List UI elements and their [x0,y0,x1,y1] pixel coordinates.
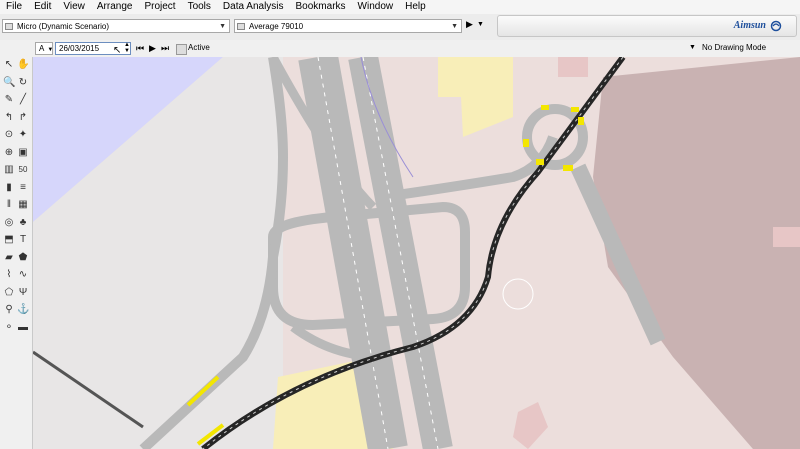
play-button[interactable]: ▶ [149,42,156,54]
replication-icon [237,23,245,30]
mode-select[interactable]: A ▼ [35,42,53,55]
drawing-mode-label[interactable]: No Drawing Mode [702,42,766,54]
square-node-icon[interactable]: ▣ [17,147,29,159]
run-simulation-button[interactable]: ▶ [466,19,473,30]
map-canvas[interactable] [33,57,800,449]
centroid-icon[interactable]: ⬠ [3,287,15,299]
mouse-cursor-icon: ↖ [113,45,122,56]
stop-icon[interactable]: ⬒ [3,234,15,246]
scenario-icon [5,23,13,30]
roundabout [522,104,588,170]
signal-marker [571,107,579,112]
active-checkbox[interactable] [176,44,187,55]
menu-file[interactable]: File [0,0,28,14]
pin-icon[interactable]: ⚲ [3,304,15,316]
scenario-select[interactable]: Micro (Dynamic Scenario) ▼ [2,19,230,33]
menu-project[interactable]: Project [138,0,181,14]
signal-marker [541,105,549,110]
active-label: Active [188,43,210,52]
signal-marker [578,117,584,125]
target-icon[interactable]: ◎ [3,217,15,229]
menu-data-analysis[interactable]: Data Analysis [217,0,290,14]
rotate-icon[interactable]: ↻ [17,77,29,89]
menu-bar: File Edit View Arrange Project Tools Data Anal… [0,0,800,14]
building [513,402,548,449]
bar-icon[interactable]: ‖ [3,199,15,211]
detector-icon[interactable]: ▥ [3,164,15,176]
tree-icon[interactable]: ♣ [17,217,29,229]
replication-select[interactable]: Average 79010 ▼ [234,19,462,33]
turn-icon[interactable]: ↱ [17,112,29,124]
aimsun-logo: Aimsun [733,20,766,31]
building [558,57,588,77]
menu-edit[interactable]: Edit [28,0,57,14]
chevron-down-icon: ▼ [451,23,458,30]
logo-swirl-icon [770,20,782,32]
scenario-label: Micro (Dynamic Scenario) [17,22,110,31]
point-icon[interactable]: ⊙ [3,129,15,141]
anchor-icon[interactable]: ⚓ [17,304,29,316]
hand-pan-icon[interactable]: ✋ [17,59,29,71]
menu-bookmarks[interactable]: Bookmarks [290,0,352,14]
grid-icon[interactable]: ▦ [17,199,29,211]
polygon-icon[interactable]: ⬟ [17,252,29,264]
signal-marker [536,159,544,165]
datetime-spinner[interactable]: ▲ ▼ [124,42,130,54]
brand-panel: Aimsun [497,15,797,37]
chevron-down-icon: ▼ [47,47,54,53]
lane-icon[interactable]: ≡ [17,182,29,194]
chevron-down-icon: ▼ [219,23,226,30]
text-icon[interactable]: T [17,234,29,246]
line-draw-icon[interactable]: ╱ [17,94,29,106]
connector-icon[interactable]: ↰ [3,112,15,124]
yellow-area [438,57,513,137]
menu-view[interactable]: View [57,0,91,14]
pencil-icon[interactable]: ✎ [3,94,15,106]
run-options-chevron-icon[interactable]: ▼ [477,21,484,28]
skip-end-button[interactable]: ⏭ [161,42,169,54]
mode-value: A [39,44,45,53]
select-arrow-icon[interactable]: ↖ [3,59,15,71]
signal-marker [563,165,573,171]
meter-icon[interactable]: ▬ [17,322,29,334]
curve-icon[interactable]: ∿ [17,269,29,281]
replication-label: Average 79010 [249,22,304,31]
menu-window[interactable]: Window [352,0,400,14]
roundabout-outline [502,278,534,310]
crosshair-icon[interactable]: ⊕ [3,147,15,159]
skip-start-button[interactable]: ⏮ [136,42,144,54]
polyline-icon[interactable]: ⌇ [3,269,15,281]
shape-icon[interactable]: ▰ [3,252,15,264]
menu-arrange[interactable]: Arrange [91,0,139,14]
signal-icon[interactable]: ▮ [3,182,15,194]
tool-palette: ↖ ✋ 🔍 ↻ ✎ ╱ ↰ ↱ ⊙ ✦ ⊕ ▣ ▥ 50 ▮ ≡ ‖ ▦ ◎ ♣ ⬒ T ▰ ⬟ ⌇ ∿ ⬠ Ψ ⚲ ⚓ ⚬ ▬ [0,57,33,449]
menu-tools[interactable]: Tools [182,0,217,14]
speed-limit-icon[interactable]: 50 [17,164,29,176]
node-icon[interactable]: ✦ [17,129,29,141]
menu-help[interactable]: Help [399,0,432,14]
signal-marker [523,139,529,147]
zoom-icon[interactable]: 🔍 [3,77,15,89]
building [773,227,800,247]
gate-icon[interactable]: ⚬ [3,322,15,334]
drawing-chevron-icon[interactable]: ▼ [689,42,696,54]
sign-icon[interactable]: Ψ [17,287,29,299]
